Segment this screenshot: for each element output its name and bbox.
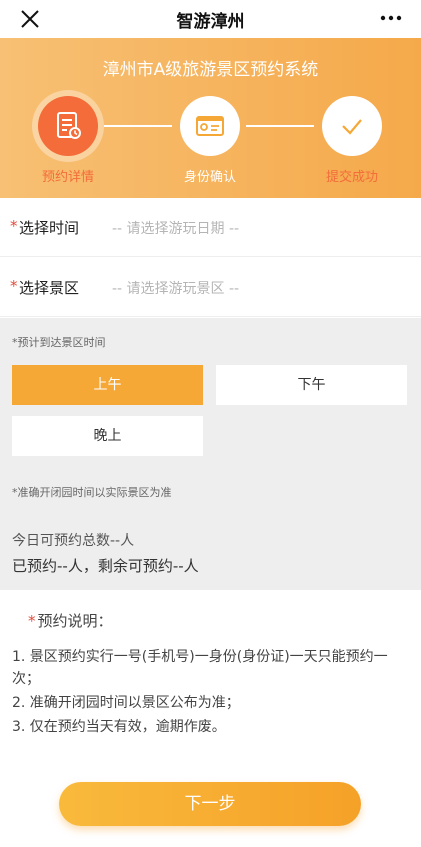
- notes-title-text: 预约说明：: [37, 612, 113, 630]
- date-label: 选择时间: [19, 219, 80, 237]
- notes-title: * 预约说明：: [28, 610, 113, 631]
- slot-evening[interactable]: 晚上: [12, 416, 203, 456]
- scenic-picker[interactable]: -- 请选择游玩景区 --: [112, 278, 239, 298]
- step-label-booking-details: 预约详情: [41, 170, 94, 185]
- checkmark-icon: [342, 119, 362, 135]
- arrival-time-hint: *预计到达景区时间: [12, 336, 106, 349]
- booking-progress-header: 漳州市A级旅游景区预约系统 预约详情 身份确认 提交成功: [0, 38, 421, 198]
- page-title: 智游漳州: [176, 12, 245, 32]
- step-connector: [246, 125, 314, 127]
- system-title: 漳州市A级旅游景区预约系统: [102, 60, 319, 80]
- slot-afternoon[interactable]: 下午: [216, 365, 407, 405]
- step-booking-details: [38, 96, 98, 156]
- step-label-identity-confirm: 身份确认: [183, 170, 236, 185]
- required-mark: *: [28, 612, 36, 630]
- slot-morning[interactable]: 上午: [12, 365, 203, 405]
- step-submit-success: [322, 96, 382, 156]
- note-item: 2. 准确开闭园时间以景区公布为准；: [12, 695, 240, 711]
- arrival-time-section: *预计到达景区时间 上午 下午 晚上 *准确开闭园时间以实际景区为准 今日可预约…: [0, 318, 421, 590]
- document-icon: [57, 112, 81, 139]
- step-identity-confirm: [180, 96, 240, 156]
- top-bar: 智游漳州: [0, 0, 421, 38]
- step-label-submit-success: 提交成功: [325, 170, 378, 185]
- note-item: 3. 仅在预约当天有效，逾期作废。: [12, 719, 226, 735]
- total-quota-text: 今日可预约总数--人: [12, 533, 135, 549]
- date-select-row[interactable]: * 选择时间 -- 请选择游玩日期 --: [0, 198, 421, 257]
- required-mark: *: [10, 277, 18, 295]
- next-step-button[interactable]: 下一步: [59, 782, 361, 826]
- step-connector: [104, 125, 172, 127]
- date-picker[interactable]: -- 请选择游玩日期 --: [112, 218, 239, 238]
- more-dots-icon[interactable]: [379, 8, 403, 28]
- id-card-icon: [196, 116, 224, 136]
- booked-quota-text: 已预约--人，剩余可预约--人: [12, 557, 199, 575]
- scenic-label: 选择景区: [19, 279, 80, 297]
- note-item: 1. 景区预约实行一号(手机号)一身份(身份证)一天只能预约一次；: [12, 649, 388, 687]
- scenic-select-row[interactable]: * 选择景区 -- 请选择游玩景区 --: [0, 258, 421, 317]
- opening-hours-note: *准确开闭园时间以实际景区为准: [12, 486, 172, 499]
- required-mark: *: [10, 217, 18, 235]
